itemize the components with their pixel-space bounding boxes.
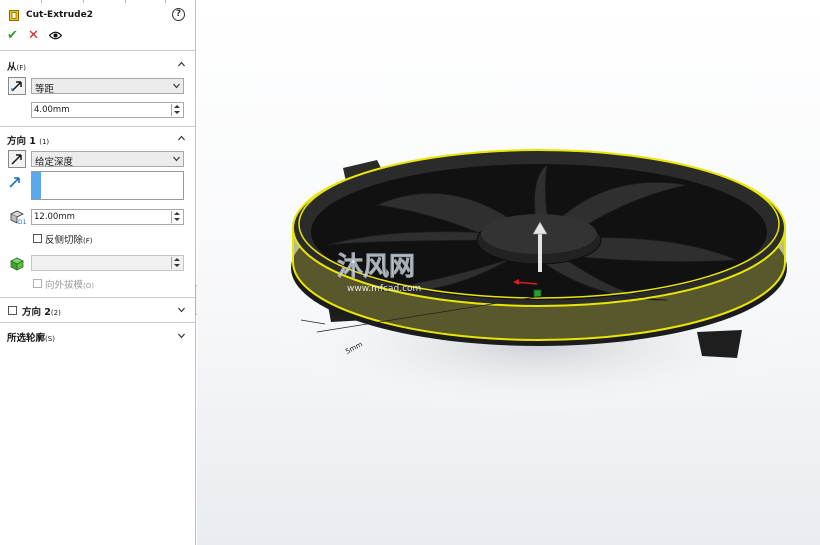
question-circle-icon[interactable]: ?: [172, 8, 185, 21]
offset-distance-input[interactable]: 4.00mm: [31, 102, 184, 118]
section-direction1-key: (1): [39, 138, 50, 146]
offset-distance-value: 4.00mm: [34, 105, 70, 115]
reverse-direction-icon[interactable]: [8, 150, 26, 168]
action-buttons: ✔ ✕: [0, 28, 196, 44]
chevron-up-icon[interactable]: [178, 135, 185, 142]
section-direction2-title: 方向 2: [22, 307, 51, 318]
section-direction2-header[interactable]: 方向 2(2): [0, 302, 196, 318]
direction-vector-icon: [8, 175, 26, 193]
end-condition-value: 给定深度: [35, 157, 74, 168]
flip-side-key: (F): [83, 237, 93, 245]
chevron-up-icon[interactable]: [178, 61, 185, 68]
chevron-down-icon: [173, 156, 180, 162]
depth-spin-buttons[interactable]: [171, 211, 182, 223]
divider: [0, 50, 196, 51]
chevron-down-icon: [173, 83, 180, 89]
fan-model: 5mm 沐风网 www.mfcad.com: [267, 149, 807, 415]
section-selected-contours-header[interactable]: 所选轮廓(S): [0, 328, 196, 344]
direction-selection-box[interactable]: [31, 171, 184, 200]
chevron-down-icon[interactable]: [178, 306, 185, 313]
offset-spin-buttons[interactable]: [171, 104, 182, 116]
cancel-button[interactable]: ✕: [28, 28, 39, 43]
depth-icon: D1: [8, 208, 27, 226]
draft-icon: [8, 254, 26, 272]
depth-value: 12.00mm: [34, 212, 75, 222]
section-direction1-header[interactable]: 方向 1 (1): [0, 131, 196, 147]
eye-icon[interactable]: [49, 31, 62, 40]
panel-tab-strip: [0, 0, 196, 3]
svg-text:D1: D1: [18, 219, 26, 226]
divider: [0, 126, 196, 127]
draft-outward-label: 向外拔模: [45, 280, 84, 291]
divider: [0, 297, 196, 298]
section-from-title: 从: [7, 62, 17, 73]
section-selected-contours-key: (S): [45, 335, 55, 343]
tab-dim-xpert[interactable]: [126, 0, 166, 3]
section-direction1-title: 方向 1: [7, 136, 36, 147]
graphics-viewport[interactable]: 5mm 沐风网 www.mfcad.com: [197, 0, 820, 545]
flip-side-checkbox[interactable]: [33, 234, 42, 243]
from-direction-icon[interactable]: [8, 77, 26, 95]
watermark-url: www.mfcad.com: [347, 284, 421, 294]
property-manager-panel: Cut-Extrude2 ? ✔ ✕ 从(F) 等距 4.00mm 方向 1 (…: [0, 0, 196, 545]
section-from-header[interactable]: 从(F): [0, 57, 196, 73]
feature-title: Cut-Extrude2: [26, 10, 93, 20]
depth-input[interactable]: 12.00mm: [31, 209, 184, 225]
chevron-down-icon[interactable]: [178, 332, 185, 339]
cut-extrude-icon: [9, 10, 19, 21]
panel-title-row: Cut-Extrude2 ?: [0, 5, 196, 25]
divider: [0, 322, 196, 323]
watermark: 沐风网 www.mfcad.com: [337, 252, 422, 294]
ok-button[interactable]: ✔: [7, 28, 18, 43]
start-condition-value: 等距: [35, 84, 55, 95]
draft-outward-key: (O): [83, 282, 94, 290]
selection-active-bar: [32, 172, 41, 199]
tab-property-manager[interactable]: [42, 0, 84, 3]
draft-angle-input[interactable]: [31, 255, 184, 271]
end-condition-select[interactable]: 给定深度: [31, 151, 184, 168]
draft-spin-buttons[interactable]: [171, 257, 182, 269]
frame-lug: [697, 330, 742, 358]
flip-side-label: 反侧切除: [45, 235, 84, 246]
section-from-key: (F): [16, 64, 27, 72]
tab-feature-manager[interactable]: [0, 0, 42, 3]
section-selected-contours-title: 所选轮廓: [7, 333, 46, 344]
section-direction2-key: (2): [50, 309, 61, 317]
draft-outward-checkbox[interactable]: [33, 279, 42, 288]
start-condition-select[interactable]: 等距: [31, 78, 184, 95]
watermark-logo-text: 沐风网: [337, 252, 415, 282]
tab-configuration-manager[interactable]: [84, 0, 126, 3]
